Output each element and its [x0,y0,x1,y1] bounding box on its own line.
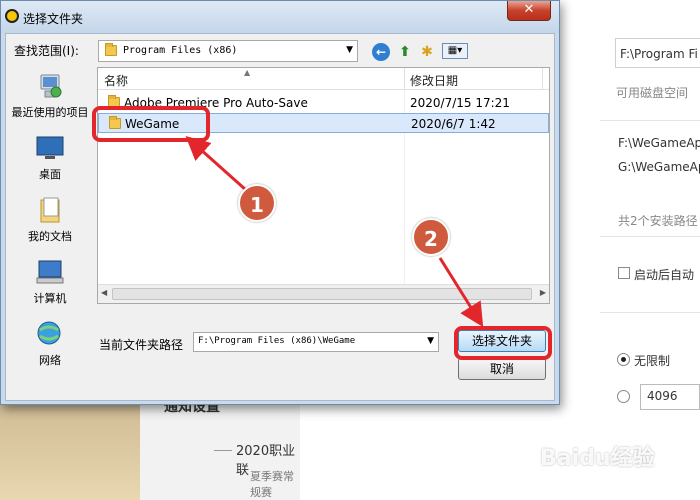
dialog-title: 选择文件夹 [23,12,84,26]
place-documents[interactable]: 我的文档 [4,196,96,244]
place-label-recent: 最近使用的项目 [11,106,89,119]
install-path-1: F:\WeGameAp [618,136,700,150]
wegame-logo-icon [5,9,19,23]
folder-icon [105,43,117,56]
place-label-computer: 计算机 [33,292,67,305]
file-list[interactable]: 名称 ▲ 修改日期 Adobe Premiere Pro Auto-Save 2… [97,67,550,304]
dialog-titlebar[interactable]: 选择文件夹 ✕ [1,1,559,33]
unlimited-radio[interactable] [617,353,630,366]
cancel-button[interactable]: 取消 [458,358,546,380]
up-folder-icon[interactable]: ⬆ [396,43,414,61]
file-list-header: 名称 ▲ 修改日期 [98,68,549,90]
recent-items-icon [40,74,62,98]
place-computer[interactable]: 计算机 [4,258,96,306]
file-modified: 2020/6/7 1:42 [411,117,496,131]
step-badge-2: 2 [412,218,450,256]
limit-value: 4096 [647,389,678,403]
documents-icon [40,197,60,223]
watermark-url: jingyan.baidu.com [580,470,673,481]
highlight-select-button [454,326,552,360]
new-folder-icon[interactable]: ✱ [418,43,436,61]
watermark-logo: Baidu经验 [540,446,655,471]
scroll-right-icon[interactable]: ▶ [540,288,546,297]
column-separator[interactable] [542,68,543,90]
path-count: 共2个安装路径 [618,214,698,228]
scroll-left-icon[interactable]: ◀ [101,288,107,297]
auto-start-label: 启动后自动 [634,268,695,282]
look-in-value: Program Files (x86) [123,45,238,56]
divider [600,236,700,237]
look-in-dropdown[interactable]: Program Files (x86) ▼ [98,40,358,62]
desktop-icon [36,136,64,159]
unlimited-label: 无限制 [634,354,671,368]
places-bar: 最近使用的项目 桌面 我的文档 计算机 网络 [4,66,96,396]
place-label-documents: 我的文档 [28,230,72,243]
limit-input[interactable]: 4096 [640,384,700,410]
place-label-desktop: 桌面 [39,168,61,181]
chevron-down-icon[interactable]: ▼ [427,336,434,346]
available-space-label: 可用磁盘空间 [616,86,689,100]
install-path-field[interactable]: F:\Program Fi [615,38,700,68]
horizontal-scrollbar[interactable]: ◀ ▶ [98,284,549,303]
place-label-network: 网络 [39,354,61,367]
scrollbar-thumb[interactable] [112,288,532,300]
chevron-down-icon: ▼ [346,45,353,55]
path-label: 当前文件夹路径 [99,338,184,352]
place-recent[interactable]: 最近使用的项目 [4,72,96,120]
look-in-label: 查找范围(I): [14,44,79,58]
sort-ascending-icon: ▲ [244,68,251,77]
install-path-value: F:\Program Fi [620,47,698,61]
file-modified: 2020/7/15 17:21 [410,96,510,110]
back-icon[interactable]: ← [372,43,390,61]
path-input[interactable]: F:\Program Files (x86)\WeGame ▼ [193,332,439,352]
place-desktop[interactable]: 桌面 [4,134,96,182]
step-badge-1: 1 [238,184,276,222]
auto-start-checkbox[interactable] [618,267,630,279]
place-network[interactable]: 网络 [4,320,96,368]
column-modified[interactable]: 修改日期 [410,72,458,89]
divider [600,120,700,121]
close-button[interactable]: ✕ [507,1,551,21]
column-separator[interactable] [404,68,405,90]
highlight-wegame-folder [92,106,210,142]
path-value: F:\Program Files (x86)\WeGame [198,336,356,346]
column-name[interactable]: 名称 [104,72,128,89]
computer-icon [36,260,64,284]
view-menu-icon[interactable]: ▦▾ [442,43,468,59]
install-path-2: G:\WeGameAp [618,160,700,174]
network-icon [37,321,61,345]
divider [600,312,700,313]
limit-radio[interactable] [617,390,630,403]
